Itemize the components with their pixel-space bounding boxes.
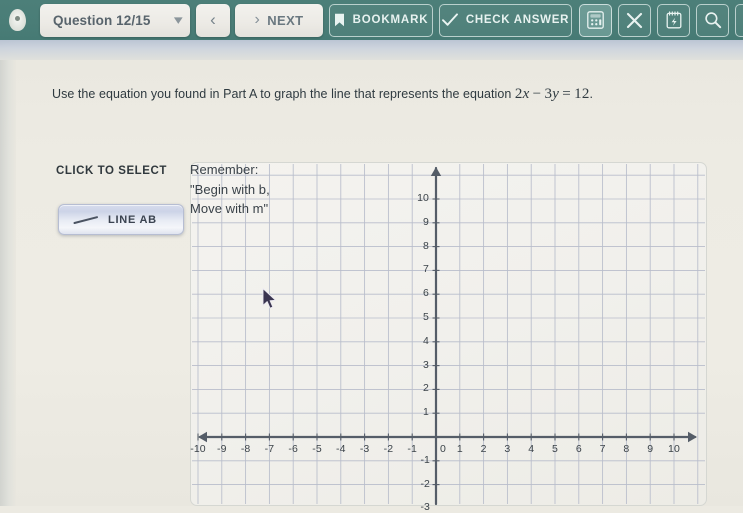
y-axis-tick-label: -1 — [420, 453, 430, 466]
equation-var-y: y — [552, 86, 560, 102]
x-axis-tick-label: 6 — [575, 443, 582, 455]
equation-coef-x: 2 — [514, 86, 523, 102]
x-axis-tick-label: 2 — [480, 443, 487, 455]
notepad-lightning-icon — [666, 11, 682, 29]
equation-equals: = — [562, 86, 571, 102]
coordinate-graph[interactable]: -10 -9 -8 -7 -6 -5 -4 -3 -2 -1 1 2 3 4 5 6 7 8 9 10 0 -3 -2 -1 1… — [190, 162, 707, 513]
close-button[interactable] — [618, 3, 651, 37]
y-axis-tick-label: 6 — [423, 287, 429, 300]
x-axis-tick-label: -4 — [336, 443, 346, 455]
top-toolbar: Question 12/15 ▾ ‹ › NEXT BOOKMARK CHECK… — [0, 0, 743, 40]
search-button[interactable] — [696, 3, 729, 37]
next-question-button[interactable]: › NEXT — [235, 3, 323, 37]
x-axis-tick-label: -6 — [288, 443, 298, 455]
x-axis-tick-label: -7 — [264, 443, 275, 455]
y-axis-tick-label: 10 — [417, 192, 429, 204]
previous-question-button[interactable]: ‹ — [196, 3, 230, 37]
question-prompt-text: Use the equation you found in Part A to … — [52, 87, 515, 101]
question-selector-label: Question 12/15 — [53, 12, 151, 28]
calculator-icon — [587, 11, 604, 29]
x-axis-tick-label: 4 — [528, 443, 535, 455]
equation-minus: − — [532, 86, 542, 102]
check-answer-button[interactable]: CHECK ANSWER — [439, 3, 572, 37]
check-answer-label: CHECK ANSWER — [465, 14, 570, 26]
bookmark-icon — [334, 13, 345, 27]
x-axis-tick-label: 9 — [647, 443, 654, 455]
chevron-left-icon: ‹ — [210, 10, 216, 29]
notepad-button[interactable] — [657, 3, 690, 37]
x-axis-tick-label: -9 — [217, 443, 227, 455]
question-prompt: Use the equation you found in Part A to … — [52, 86, 702, 103]
chevron-down-icon: ▾ — [174, 12, 184, 27]
x-axis-tick-label: -10 — [190, 443, 206, 455]
question-selector-dropdown[interactable]: Question 12/15 ▾ — [40, 3, 190, 37]
y-axis-tick-label: -3 — [420, 501, 430, 513]
click-to-select-label: CLICK TO SELECT — [56, 165, 167, 177]
calculator-button[interactable] — [579, 3, 612, 37]
y-axis-tick-label: 8 — [423, 239, 429, 252]
equation-var-x: x — [522, 86, 530, 102]
toolbar-overflow-button[interactable] — [735, 3, 743, 37]
y-axis-tick-label: 9 — [423, 215, 429, 228]
x-axis-tick-label: 7 — [599, 443, 606, 455]
x-axis-tick-label: 8 — [623, 443, 630, 455]
line-ab-label: LINE AB — [108, 213, 157, 226]
bookmark-button[interactable]: BOOKMARK — [329, 3, 433, 37]
checkmark-icon — [441, 13, 458, 27]
y-axis-tick-label: 5 — [423, 311, 429, 323]
question-prompt-period: . — [589, 87, 594, 101]
bookmark-label: BOOKMARK — [352, 14, 429, 26]
next-button-label: NEXT — [267, 12, 304, 28]
x-axis-tick-label: 1 — [456, 443, 463, 455]
x-axis-tick-label: -8 — [240, 443, 251, 455]
y-axis-tick-label: 7 — [423, 263, 429, 276]
x-axis-tick-label: -2 — [383, 443, 394, 455]
close-x-icon — [626, 12, 643, 29]
water-drop-logo-icon — [2, 3, 32, 37]
y-axis-tick-label: 1 — [423, 406, 429, 419]
origin-label: 0 — [440, 443, 446, 455]
line-segment-icon — [73, 215, 99, 225]
y-axis-tick-label: -2 — [420, 477, 430, 490]
x-axis-tick-label: -3 — [359, 443, 370, 455]
chevron-right-icon: › — [254, 11, 261, 28]
x-axis-tick-label: -1 — [407, 443, 417, 455]
x-axis-tick-label: 10 — [668, 443, 680, 455]
line-ab-tool-button[interactable]: LINE AB — [58, 204, 184, 235]
y-axis-tick-label: 3 — [423, 358, 429, 371]
equation-expression: 2x − 3y = 12 — [515, 86, 590, 102]
search-magnifier-icon — [704, 11, 722, 29]
x-axis-tick-label: 3 — [504, 443, 511, 455]
y-axis-tick-label: 2 — [423, 382, 429, 395]
equation-rhs: 12 — [574, 86, 590, 102]
toolbar-drop-shadow — [0, 40, 743, 60]
x-axis-tick-label: 5 — [552, 443, 558, 455]
y-axis-tick-label: 4 — [423, 334, 429, 347]
x-axis-tick-label: -5 — [312, 443, 322, 455]
